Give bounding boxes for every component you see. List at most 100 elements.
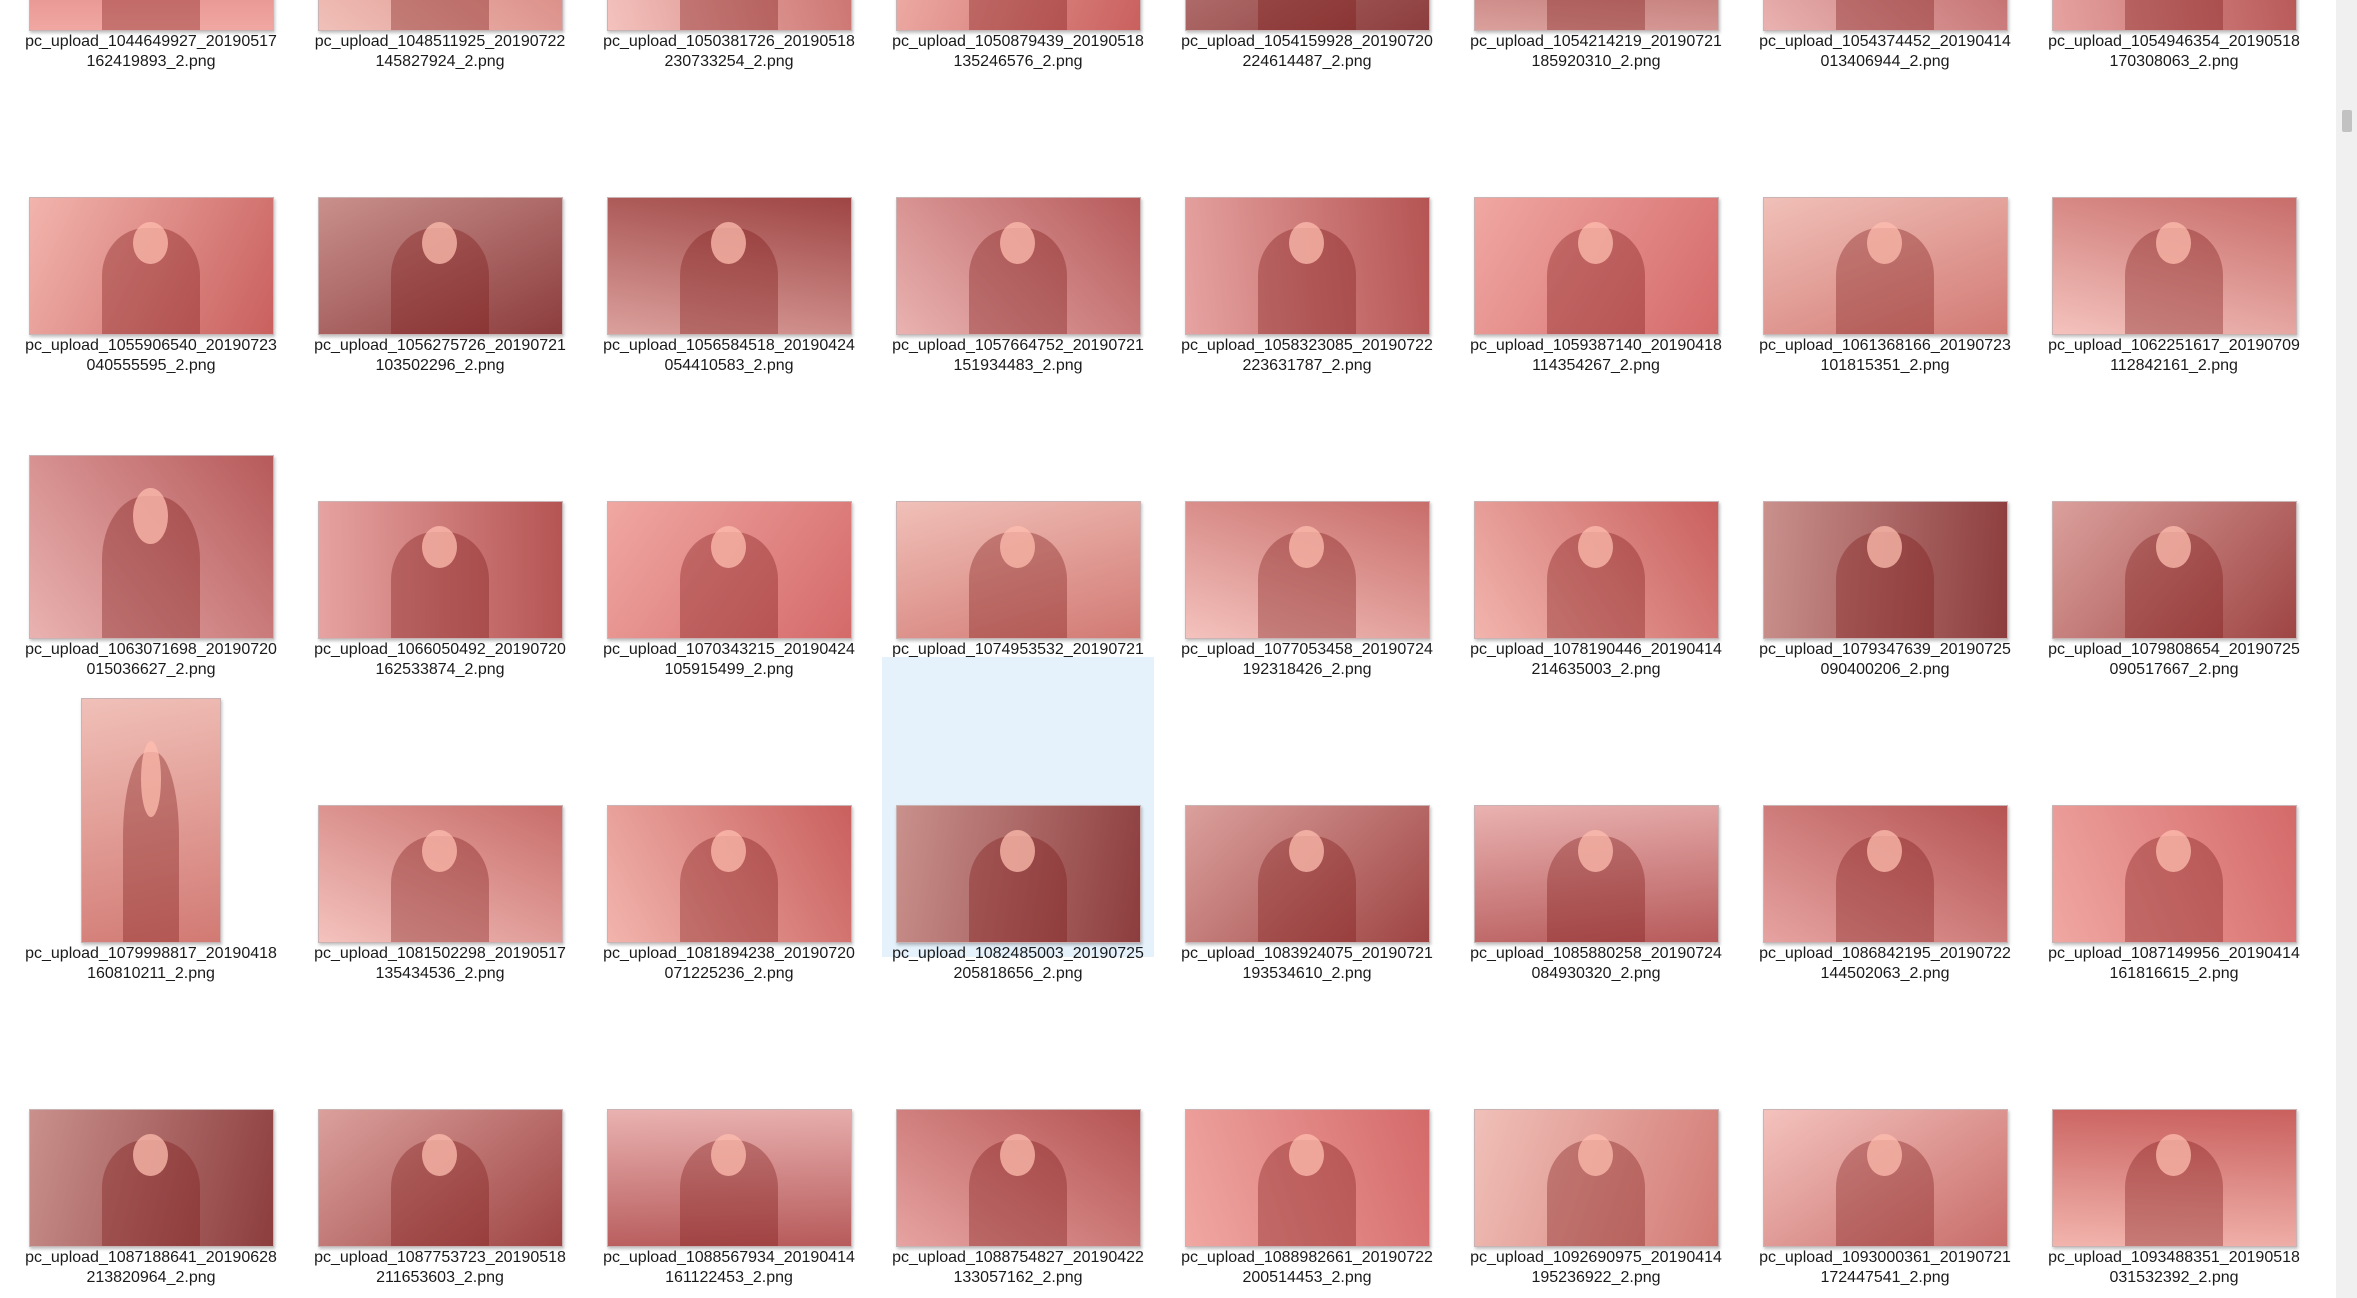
thumbnail-person-image [1836,0,1934,30]
file-item[interactable]: pc_upload_1082485003_20190725 205818656_… [882,657,1154,982]
thumbnail-person-image [969,1133,1067,1246]
thumbnail-person-image [969,525,1067,638]
file-item[interactable]: pc_upload_1062251617_20190709 112842161_… [2038,49,2310,374]
thumbnail-person-image [102,487,200,638]
file-thumbnail [2051,501,2297,639]
file-thumbnail [606,805,852,943]
file-item[interactable]: pc_upload_1054374452_20190414 013406944_… [1749,0,2021,70]
file-name: pc_upload_1092690975_20190414 195236922_… [1470,1249,1722,1286]
file-item[interactable]: pc_upload_1048511925_20190722 145827924_… [304,0,576,70]
thumbnail-person-image [2125,221,2223,334]
file-thumbnail [1473,0,1719,31]
thumbnail-person-image [2125,829,2223,942]
file-thumbnail [1184,501,1430,639]
file-item[interactable]: pc_upload_1092690975_20190414 195236922_… [1460,961,1732,1286]
thumbnail-person-image [1547,221,1645,334]
file-thumbnail [28,1109,274,1247]
file-item[interactable]: pc_upload_1087149956_20190414 161816615_… [2038,657,2310,982]
file-thumbnail [895,197,1141,335]
file-item[interactable]: pc_upload_1077053458_20190724 192318426_… [1171,353,1443,678]
file-thumbnail [1762,501,2008,639]
file-item[interactable]: pc_upload_1050381726_20190518 230733254_… [593,0,865,70]
file-item[interactable]: pc_upload_1079808654_20190725 090517667_… [2038,353,2310,678]
vertical-scrollbar[interactable] [2336,0,2357,1298]
file-name: pc_upload_1087753723_20190518 211653603_… [314,1249,566,1286]
file-name: pc_upload_1087188641_20190628 213820964_… [25,1249,277,1286]
file-item[interactable]: pc_upload_1054214219_20190721 185920310_… [1460,0,1732,70]
file-thumbnail [606,1109,852,1247]
file-item[interactable]: pc_upload_1044649927_20190517 162419893_… [15,0,287,70]
file-item[interactable]: pc_upload_1083924075_20190721 193534610_… [1171,657,1443,982]
thumbnail-person-image [680,0,778,30]
file-thumbnail [1473,1109,1719,1247]
file-thumbnail [317,805,563,943]
file-item[interactable]: pc_upload_1056584518_20190424 054410583_… [593,49,865,374]
file-grid: pc_upload_1044649927_20190517 162419893_… [0,0,2336,1298]
thumbnail-person-image [1258,525,1356,638]
thumbnail-person-image [391,221,489,334]
file-item[interactable]: pc_upload_1081502298_20190517 135434536_… [304,657,576,982]
thumbnail-person-image [680,525,778,638]
thumbnail-person-image [123,741,179,942]
file-thumbnail [895,805,1141,943]
file-thumbnail [895,1109,1141,1247]
file-item[interactable]: pc_upload_1063071698_20190720 015036627_… [15,353,287,678]
file-item[interactable]: pc_upload_1081894238_20190720 071225236_… [593,657,865,982]
file-item[interactable]: pc_upload_1087188641_20190628 213820964_… [15,961,287,1286]
file-thumbnail [81,698,221,943]
thumbnail-person-image [1836,221,1934,334]
file-item[interactable]: pc_upload_1061368166_20190723 101815351_… [1749,49,2021,374]
file-item[interactable]: pc_upload_1078190446_20190414 214635003_… [1460,353,1732,678]
file-item[interactable]: pc_upload_1093488351_20190518 031532392_… [2038,961,2310,1286]
file-item[interactable]: pc_upload_1057664752_20190721 151934483_… [882,49,1154,374]
file-thumbnail [2051,805,2297,943]
file-thumbnail [1184,197,1430,335]
thumbnail-person-image [969,221,1067,334]
file-thumbnail [2051,0,2297,31]
file-item[interactable]: pc_upload_1086842195_20190722 144502063_… [1749,657,2021,982]
file-item[interactable]: pc_upload_1079998817_20190418 160810211_… [15,657,287,982]
file-thumbnail [1184,805,1430,943]
file-item[interactable]: pc_upload_1088982661_20190722 200514453_… [1171,961,1443,1286]
file-thumbnail [317,501,563,639]
file-item[interactable]: pc_upload_1054946354_20190518 170308063_… [2038,0,2310,70]
file-item[interactable]: pc_upload_1056275726_20190721 103502296_… [304,49,576,374]
file-item[interactable]: pc_upload_1055906540_20190723 040555595_… [15,49,287,374]
file-item[interactable]: pc_upload_1054159928_20190720 224614487_… [1171,0,1443,70]
file-item[interactable]: pc_upload_1058323085_20190722 223631787_… [1171,49,1443,374]
scrollbar-thumb[interactable] [2342,110,2352,132]
thumbnail-person-image [1258,0,1356,30]
file-item[interactable]: pc_upload_1087753723_20190518 211653603_… [304,961,576,1286]
file-item[interactable]: pc_upload_1070343215_20190424 105915499_… [593,353,865,678]
file-thumbnail [606,197,852,335]
file-name: pc_upload_1088567934_20190414 161122453_… [603,1249,855,1286]
thumbnail-person-image [1258,221,1356,334]
file-name: pc_upload_1093000361_20190721 172447541_… [1759,1249,2011,1286]
file-thumbnail [1473,805,1719,943]
thumbnail-person-image [2125,0,2223,30]
thumbnail-person-image [391,0,489,30]
file-thumbnail [606,0,852,31]
file-item[interactable]: pc_upload_1066050492_20190720 162533874_… [304,353,576,678]
file-thumbnail [28,0,274,31]
file-item[interactable]: pc_upload_1088567934_20190414 161122453_… [593,961,865,1286]
file-item[interactable]: pc_upload_1093000361_20190721 172447541_… [1749,961,2021,1286]
thumbnail-person-image [1836,525,1934,638]
file-name: pc_upload_1093488351_20190518 031532392_… [2048,1249,2300,1286]
thumbnail-person-image [1258,1133,1356,1246]
file-thumbnail [1762,805,2008,943]
file-item[interactable]: pc_upload_1088754827_20190422 133057162_… [882,961,1154,1286]
thumbnail-person-image [1258,829,1356,942]
thumbnail-person-image [1836,1133,1934,1246]
file-thumbnail [1184,1109,1430,1247]
thumbnail-person-image [969,829,1067,942]
file-item[interactable]: pc_upload_1074953532_20190721 001236700_… [882,353,1154,678]
file-item[interactable]: pc_upload_1079347639_20190725 090400206_… [1749,353,2021,678]
file-item[interactable]: pc_upload_1085880258_20190724 084930320_… [1460,657,1732,982]
thumbnail-person-image [102,0,200,30]
file-thumbnail [1762,0,2008,31]
thumbnail-person-image [680,221,778,334]
thumbnail-person-image [969,0,1067,30]
file-item[interactable]: pc_upload_1050879439_20190518 135246576_… [882,0,1154,70]
file-item[interactable]: pc_upload_1059387140_20190418 114354267_… [1460,49,1732,374]
